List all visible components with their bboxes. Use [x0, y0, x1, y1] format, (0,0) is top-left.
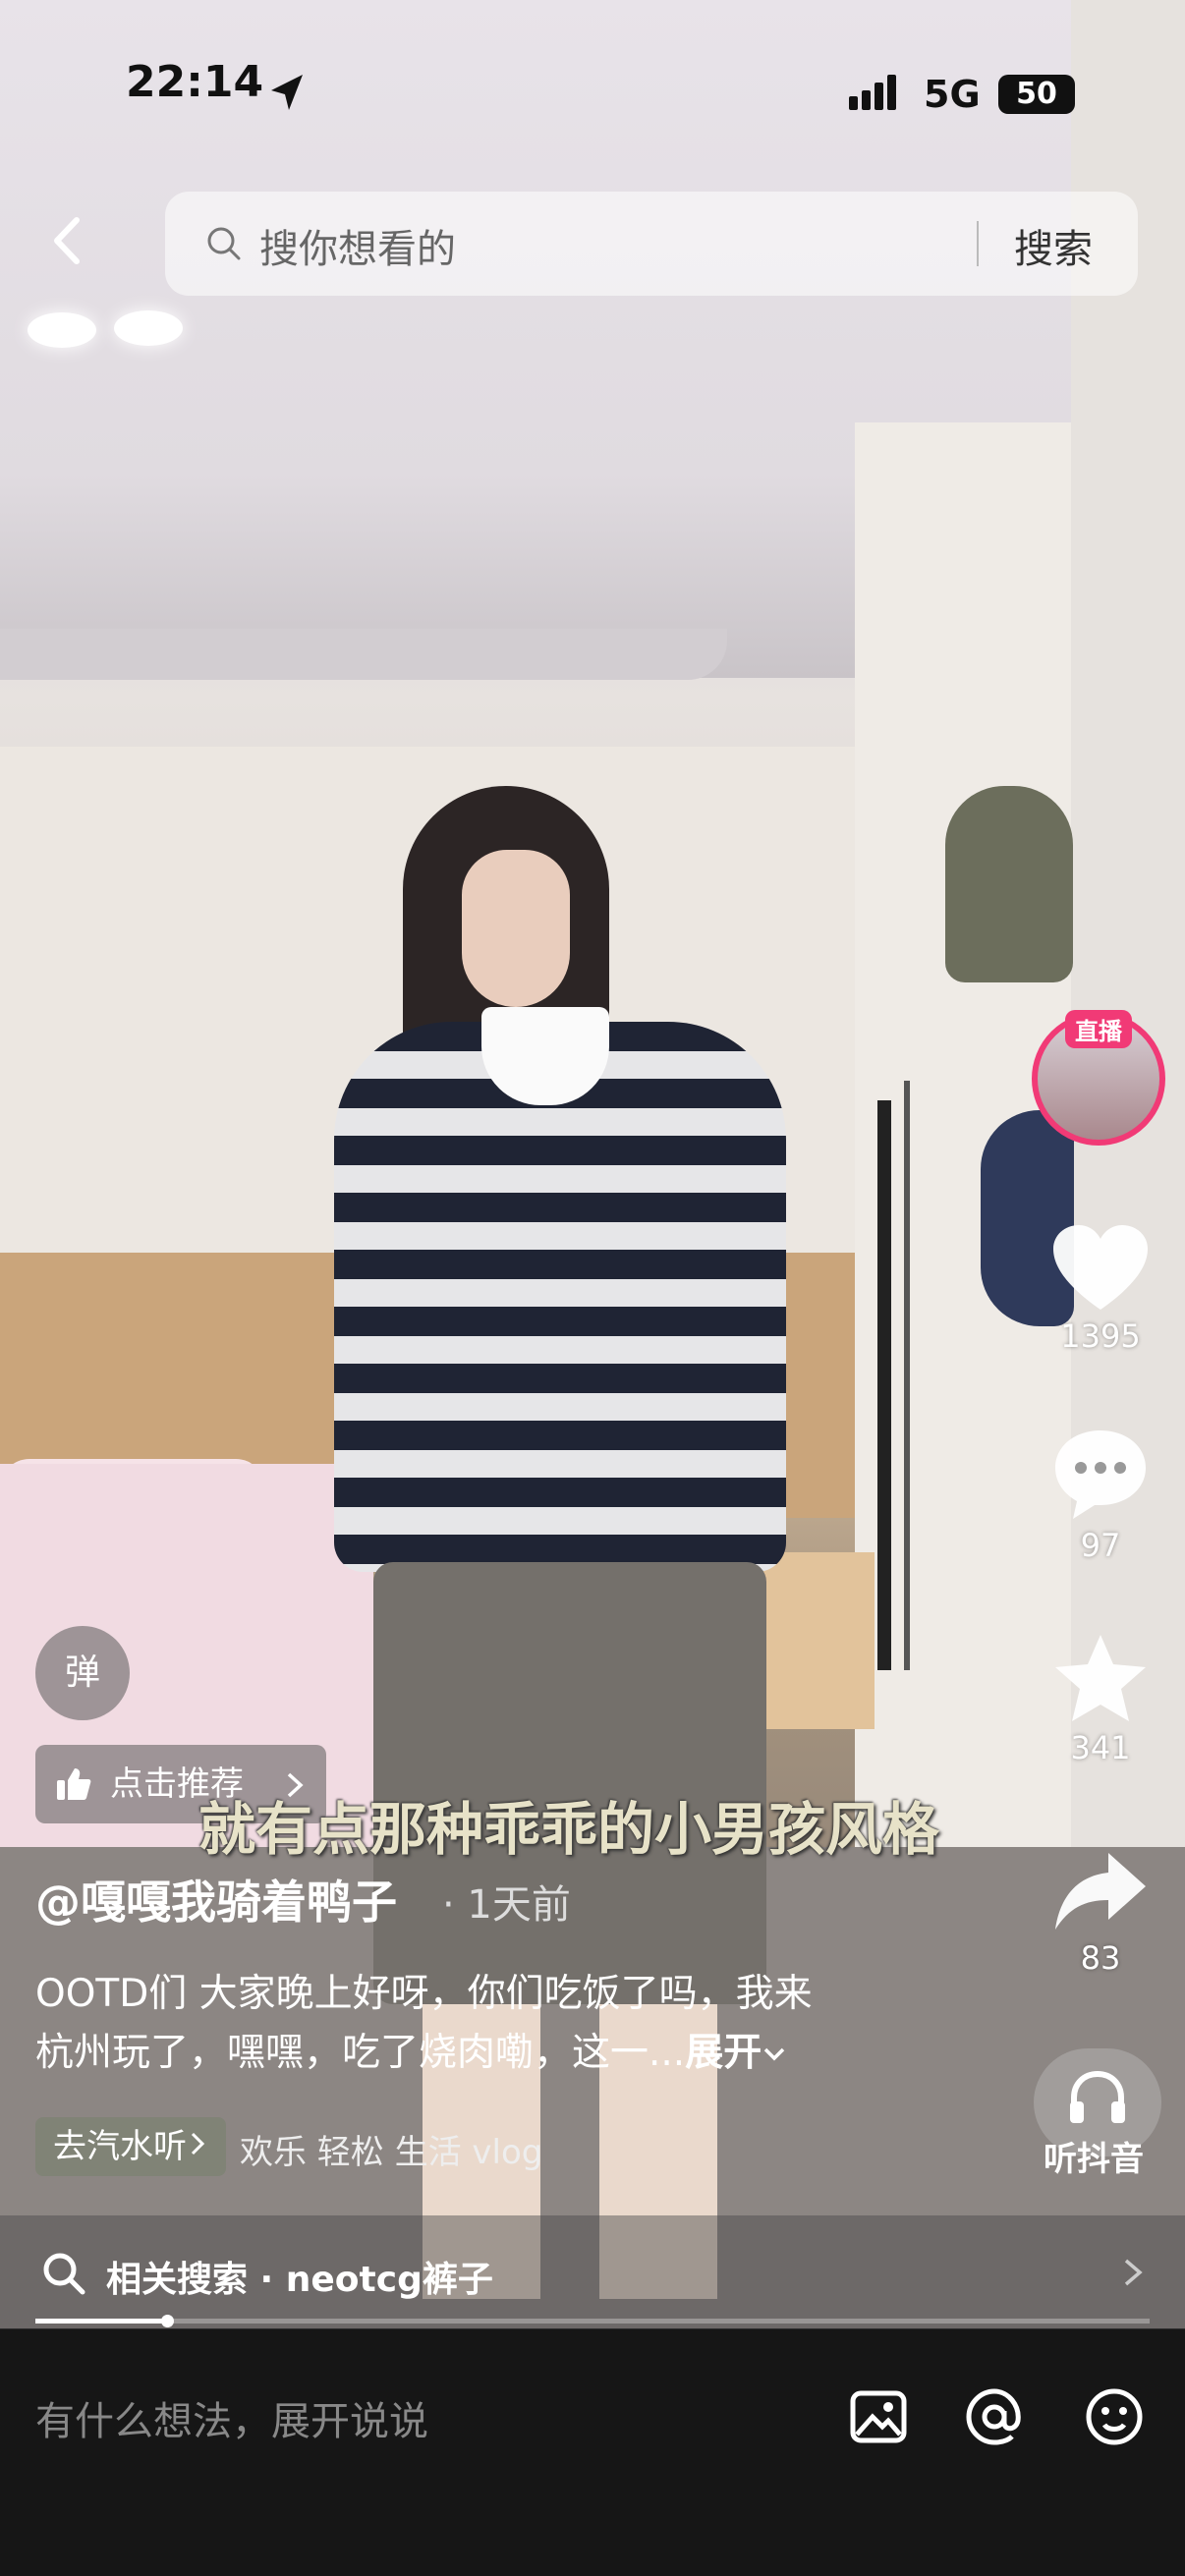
live-badge: 直播 — [1065, 1010, 1132, 1048]
video-background — [945, 786, 1073, 982]
expand-button[interactable]: 展开 — [685, 2031, 787, 2075]
related-search-text: 相关搜索 · neotcg裤子 — [106, 2260, 493, 2300]
share-button[interactable]: 83 — [1022, 1847, 1179, 1977]
back-arrow-icon[interactable] — [35, 206, 104, 275]
search-icon — [43, 2253, 85, 2295]
status-time: 22:14 — [126, 57, 264, 107]
search-icon — [207, 227, 241, 260]
comment-icon — [1055, 1430, 1146, 1519]
image-icon[interactable] — [843, 2381, 914, 2452]
comment-button[interactable]: 97 — [1022, 1425, 1179, 1564]
post-time: · 1天前 — [442, 1882, 571, 1928]
search-bar[interactable]: 搜你想看的 搜索 — [165, 192, 1138, 296]
progress-handle[interactable] — [160, 2315, 174, 2327]
progress-fill — [35, 2319, 167, 2324]
like-button[interactable]: 1395 — [1022, 1223, 1179, 1355]
live-avatar[interactable]: 直播 — [1032, 1010, 1165, 1146]
description-line: OOTD们 大家晚上好呀，你们吃饭了吗，我来 — [35, 1972, 813, 2016]
chevron-down-icon — [763, 2047, 785, 2061]
at-icon[interactable] — [959, 2381, 1030, 2452]
listen-label: 听抖音 — [1044, 2140, 1144, 2179]
chevron-right-icon — [191, 2132, 205, 2156]
heart-icon — [1053, 1225, 1148, 1310]
chevron-right-icon — [1124, 2259, 1143, 2286]
like-count: 1395 — [1060, 1317, 1141, 1355]
share-icon — [1055, 1853, 1146, 1930]
expand-label: 展开 — [685, 2031, 762, 2075]
music-pill[interactable]: 去汽水听 — [35, 2117, 226, 2176]
favorite-button[interactable]: 341 — [1022, 1631, 1179, 1766]
post-description: OOTD们 大家晚上好呀，你们吃饭了吗，我来 杭州玩了，嘿嘿，吃了烧肉嘞，这一.… — [35, 1965, 920, 2083]
video-background — [114, 310, 183, 346]
battery-indicator: 50 — [998, 75, 1075, 114]
video-progress-bar[interactable] — [35, 2315, 1150, 2327]
related-search-term: neotcg裤子 — [285, 2260, 493, 2300]
danmu-toggle[interactable]: 弹 — [35, 1626, 130, 1720]
search-divider — [977, 221, 979, 266]
share-count: 83 — [1080, 1939, 1121, 1977]
comment-input[interactable]: 有什么想法，展开说说 — [35, 2389, 428, 2446]
thumbs-up-icon — [57, 1768, 91, 1800]
favorite-count: 341 — [1070, 1729, 1131, 1766]
video-subject — [334, 786, 786, 2328]
video-background — [0, 629, 727, 680]
star-icon — [1055, 1635, 1146, 1721]
emoji-icon[interactable] — [1079, 2381, 1150, 2452]
network-type: 5G — [924, 73, 981, 116]
comment-count: 97 — [1080, 1527, 1121, 1564]
related-search-label: 相关搜索 — [106, 2260, 249, 2300]
music-pill-label: 去汽水听 — [53, 2127, 187, 2166]
author-name[interactable]: @嘎嘎我骑着鸭子 — [35, 1867, 397, 1932]
video-background — [904, 1081, 910, 1670]
search-input[interactable]: 搜你想看的 — [259, 217, 456, 274]
location-arrow-icon — [271, 75, 303, 110]
video-subtitle: 就有点那种乖乖的小男孩风格 — [198, 1796, 940, 1863]
post-tags: 欢乐 轻松 生活 vlog — [240, 2133, 543, 2172]
video-background — [28, 312, 96, 348]
related-search-bar[interactable]: 相关搜索 · neotcg裤子 — [0, 2215, 1185, 2329]
headphones-icon — [1070, 2070, 1125, 2123]
search-button[interactable]: 搜索 — [1014, 217, 1093, 274]
video-background — [877, 1100, 891, 1670]
signal-icon — [849, 75, 900, 110]
description-line: 杭州玩了，嘿嘿，吃了烧肉嘞，这一... — [35, 2031, 686, 2075]
comment-bar: 有什么想法，展开说说 — [0, 2330, 1185, 2576]
